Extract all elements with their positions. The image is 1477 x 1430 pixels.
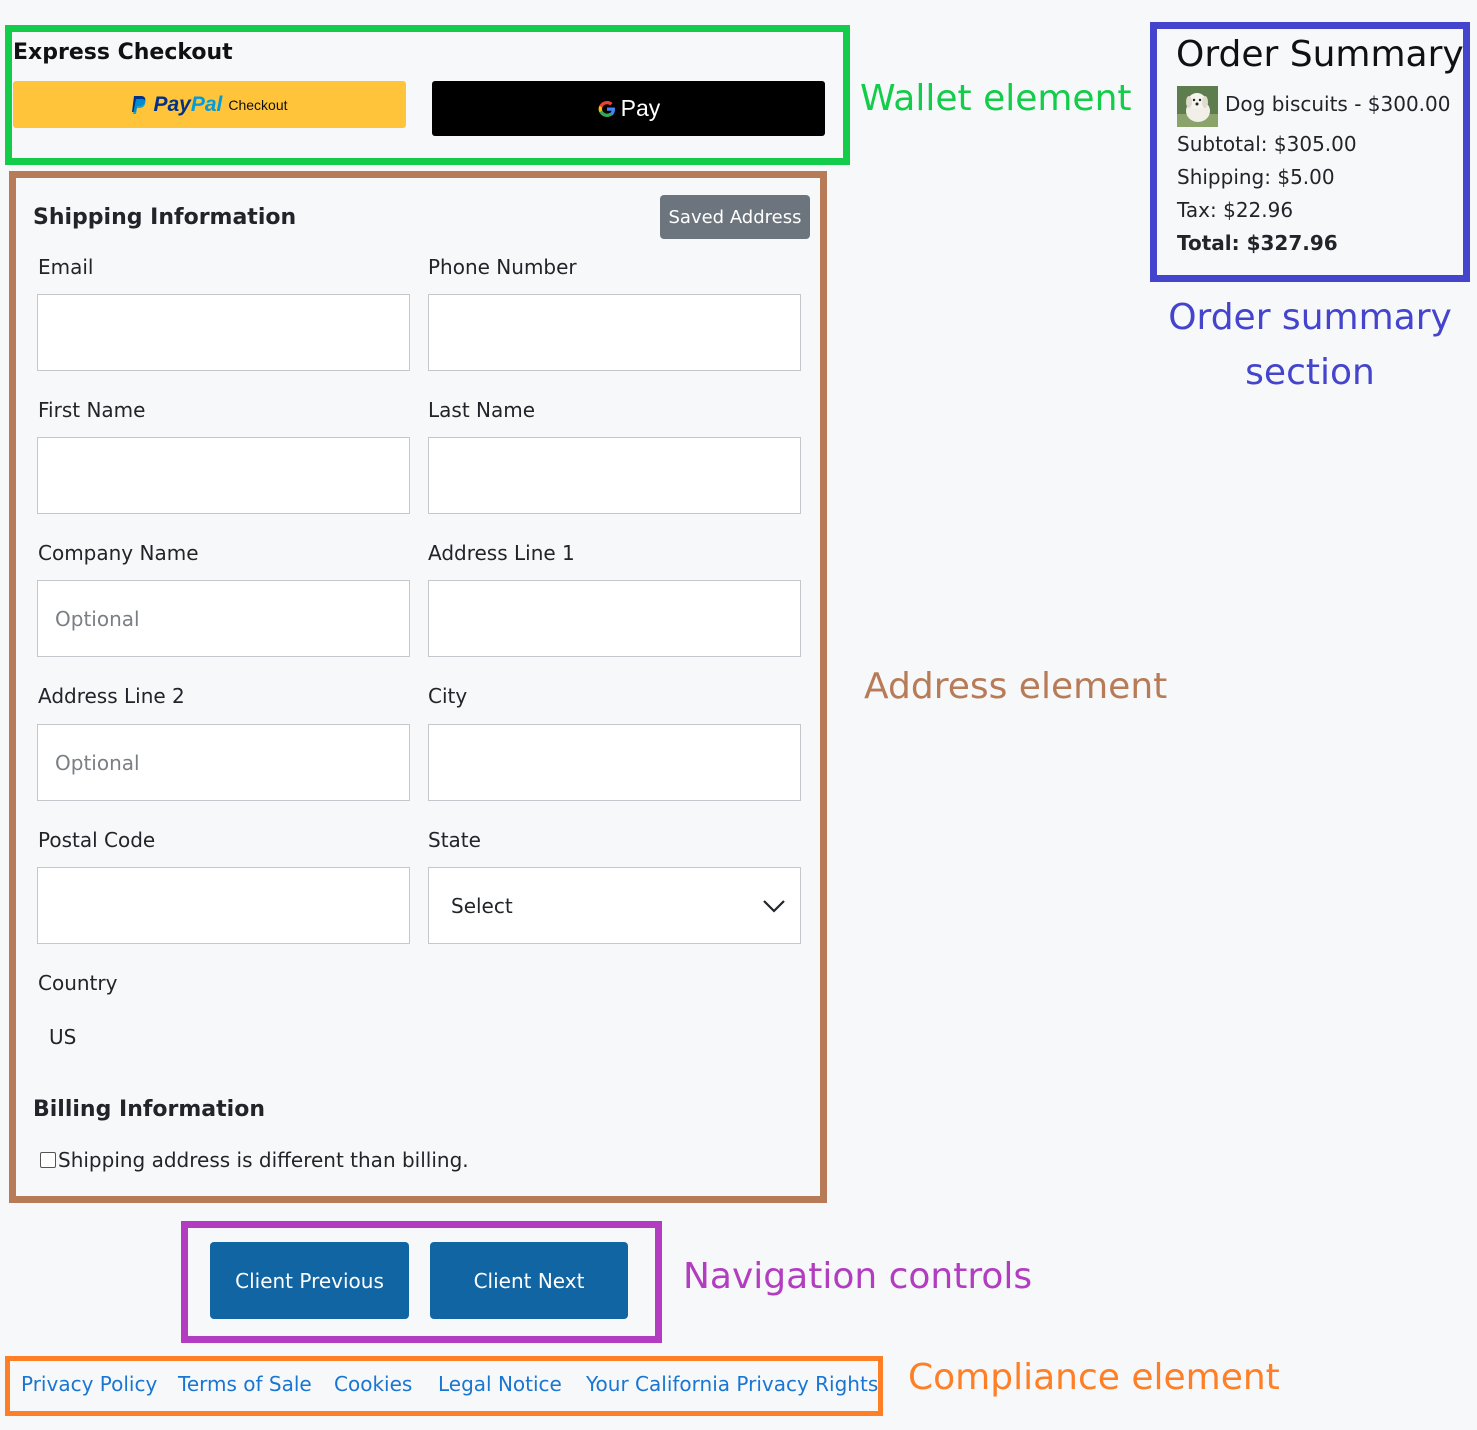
compliance-annotation: Compliance element	[908, 1357, 1280, 1398]
country-value: US	[49, 1025, 77, 1049]
google-pay-label: Pay	[620, 95, 661, 121]
dog-image-icon	[1177, 86, 1218, 127]
country-label: Country	[38, 971, 118, 995]
google-pay-button[interactable]: Pay	[432, 81, 825, 136]
saved-address-button[interactable]: Saved Address	[660, 195, 810, 239]
product-thumbnail	[1177, 86, 1218, 127]
wallet-annotation: Wallet element	[860, 78, 1132, 119]
paypal-icon	[132, 95, 146, 114]
california-privacy-rights-link[interactable]: Your California Privacy Rights	[586, 1372, 878, 1396]
state-label: State	[428, 828, 481, 852]
phone-number-field[interactable]	[428, 294, 801, 371]
order-shipping: Shipping: $5.00	[1177, 165, 1335, 189]
shipping-information-title: Shipping Information	[33, 205, 297, 230]
order-total: Total: $327.96	[1177, 231, 1338, 255]
state-select-value: Select	[451, 893, 513, 918]
paypal-checkout-label: Checkout	[228, 96, 288, 113]
order-summary-title: Order Summary	[1176, 34, 1464, 75]
postal-code-field[interactable]	[37, 867, 410, 944]
company-name-field[interactable]	[37, 580, 410, 657]
postal-code-label: Postal Code	[38, 828, 156, 852]
google-g-icon	[598, 100, 615, 117]
address-line-2-label: Address Line 2	[38, 684, 185, 708]
chevron-down-icon	[763, 899, 785, 913]
express-checkout-title: Express Checkout	[13, 40, 233, 65]
different-billing-label: Shipping address is different than billi…	[58, 1148, 469, 1172]
address-line-1-label: Address Line 1	[428, 541, 575, 565]
last-name-field[interactable]	[428, 437, 801, 514]
billing-information-title: Billing Information	[33, 1097, 265, 1122]
order-tax: Tax: $22.96	[1177, 198, 1294, 222]
city-field[interactable]	[428, 724, 801, 801]
address-annotation: Address element	[864, 666, 1168, 707]
different-billing-checkbox[interactable]	[40, 1152, 56, 1168]
company-name-label: Company Name	[38, 541, 199, 565]
first-name-field[interactable]	[37, 437, 410, 514]
cookies-link[interactable]: Cookies	[334, 1372, 412, 1396]
client-next-button[interactable]: Client Next	[430, 1242, 628, 1319]
legal-notice-link[interactable]: Legal Notice	[438, 1372, 562, 1396]
privacy-policy-link[interactable]: Privacy Policy	[21, 1372, 157, 1396]
city-label: City	[428, 684, 468, 708]
paypal-checkout-button[interactable]: PayPal Checkout	[13, 81, 406, 128]
phone-number-label: Phone Number	[428, 255, 577, 279]
first-name-label: First Name	[38, 398, 146, 422]
terms-of-sale-link[interactable]: Terms of Sale	[178, 1372, 312, 1396]
address-line-1-field[interactable]	[428, 580, 801, 657]
last-name-label: Last Name	[428, 398, 536, 422]
order-summary-annotation: Order summary section	[1168, 297, 1452, 393]
address-line-2-field[interactable]	[37, 724, 410, 801]
email-field[interactable]	[37, 294, 410, 371]
navigation-annotation: Navigation controls	[683, 1256, 1033, 1297]
order-item: Dog biscuits - $300.00	[1225, 92, 1451, 116]
state-select[interactable]: Select	[428, 867, 801, 944]
paypal-wordmark: PayPal	[153, 92, 223, 116]
email-label: Email	[38, 255, 94, 279]
client-previous-button[interactable]: Client Previous	[210, 1242, 409, 1319]
order-subtotal: Subtotal: $305.00	[1177, 132, 1357, 156]
